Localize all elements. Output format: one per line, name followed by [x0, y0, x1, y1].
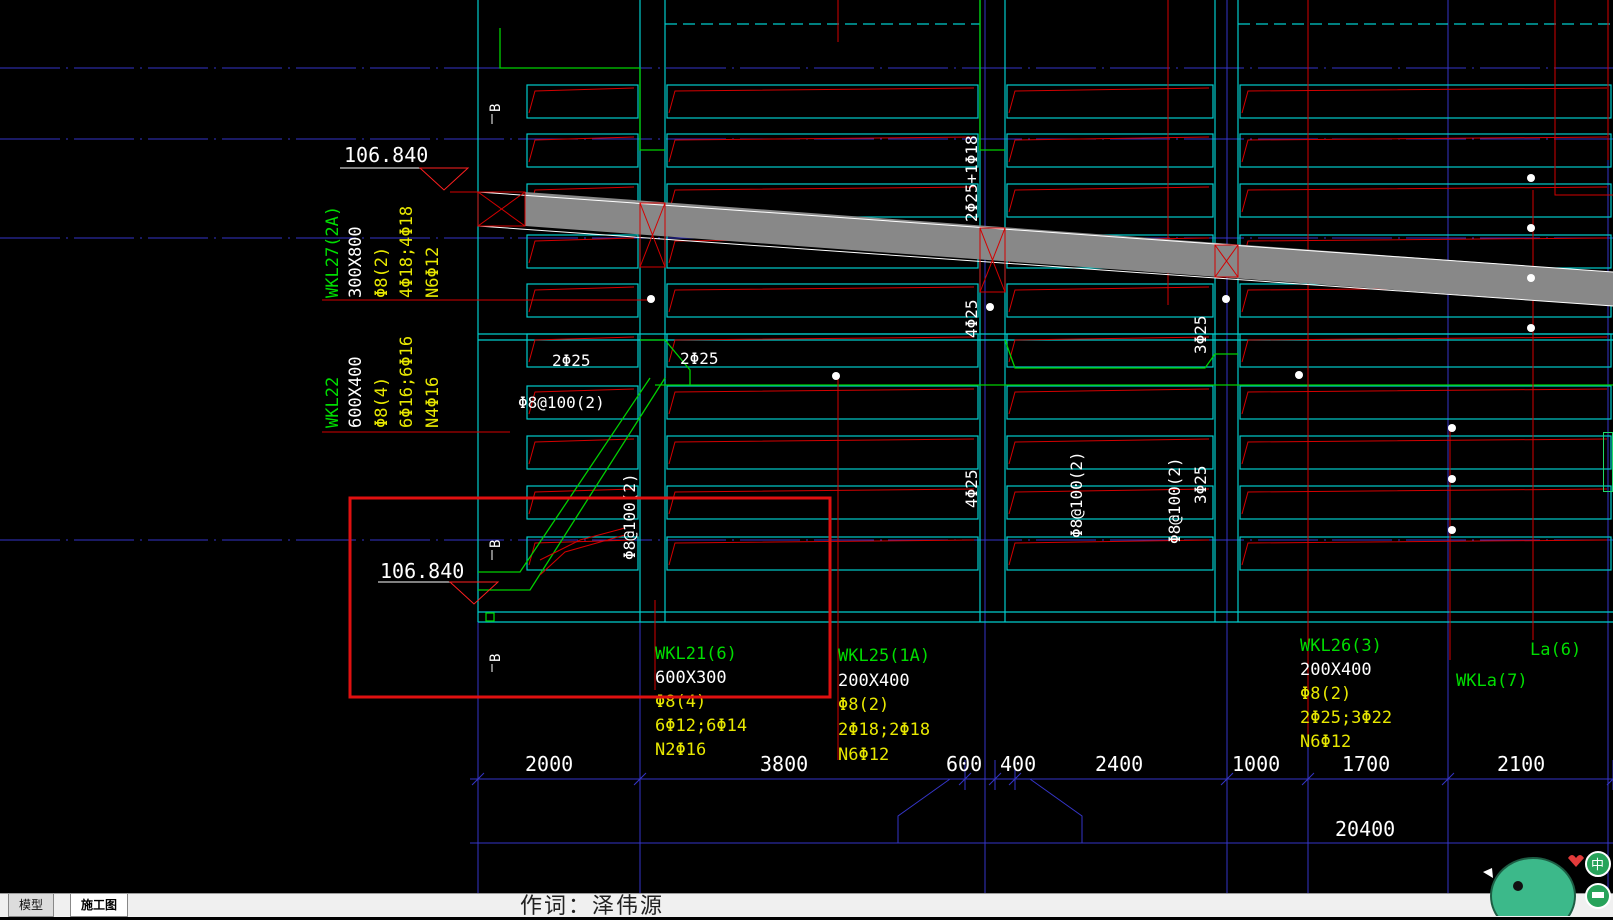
- slab-rebar: [1241, 336, 1608, 363]
- layout-tab-bar: 模型 施工图: [0, 893, 1613, 917]
- rebar-note-6: 3Φ25: [1191, 315, 1210, 354]
- wkl27-rebar: 4Φ18;4Φ18: [397, 206, 417, 298]
- wkl26-waist: N6Φ12: [1300, 732, 1351, 752]
- author-caption: 作词：泽伟源: [520, 894, 665, 919]
- dimension-label: 1700: [1342, 752, 1390, 776]
- rebar-note-1: 2Φ25: [552, 351, 591, 370]
- wkl21-waist: N2Φ16: [655, 740, 706, 760]
- wkl25-rebar: 2Φ18;2Φ18: [838, 720, 930, 740]
- rebar-note-5: 4Φ25: [962, 299, 981, 338]
- wkl21-rebar: 6Φ12;6Φ14: [655, 716, 747, 736]
- wkl25-stirrup: Φ8(2): [838, 695, 889, 715]
- slab-rebar: [1241, 186, 1608, 213]
- dimension-label: 2000: [525, 752, 573, 776]
- slab-rebar: [1008, 136, 1210, 163]
- slab-rebar: [668, 388, 975, 415]
- la-name: La(6): [1530, 640, 1581, 660]
- slab-rebar: [1008, 336, 1210, 363]
- slab-rebar: [528, 539, 635, 566]
- slab-rebar: [668, 488, 975, 515]
- rebar-note-9: Φ8@100(2): [1067, 451, 1086, 538]
- wkla-name: WKLa(7): [1456, 671, 1528, 691]
- slab-rebar: [1241, 87, 1608, 114]
- wkl26-name: WKL26(3): [1300, 636, 1382, 656]
- wkl22-rebar: 6Φ16;6Φ16: [397, 336, 417, 428]
- wkl22-name: WKL22: [323, 377, 343, 428]
- wkl25-waist: N6Φ12: [838, 745, 889, 765]
- slab-rebar: [528, 136, 635, 163]
- rebar-note-2: 2Φ25: [680, 349, 719, 368]
- dimension-label: 600: [946, 752, 982, 776]
- slab-rebar: [1241, 136, 1608, 163]
- slab-rebar: [668, 286, 975, 313]
- dimension-label: 2400: [1095, 752, 1143, 776]
- slab-rebar: [528, 237, 635, 264]
- section-mark-b2: B: [488, 540, 504, 548]
- rebar-note-11: 3Φ25: [1191, 465, 1210, 504]
- wkl22-waist: N4Φ16: [423, 377, 443, 428]
- slab-rebar: [1241, 438, 1608, 465]
- slab-rebar: [1241, 488, 1608, 515]
- wkl26-size: 200X400: [1300, 660, 1372, 680]
- dimension-label: 3800: [760, 752, 808, 776]
- slab-rebar: [1008, 186, 1210, 213]
- wkl27-name: WKL27(2A): [323, 206, 343, 298]
- elevation-bottom-label: 106.840: [380, 559, 464, 583]
- slab-rebar: [1008, 87, 1210, 114]
- rebar-note-7: Φ8@100(2): [620, 473, 639, 560]
- green-beam-lines: [478, 0, 1613, 622]
- slab-rebar: [668, 438, 975, 465]
- slab-rebar: [1008, 286, 1210, 313]
- elevation-top-label: 106.840: [344, 143, 428, 167]
- slab-rebar: [528, 87, 635, 114]
- slab-rebar: [668, 136, 975, 163]
- highlight-box: [348, 496, 832, 699]
- elevation-marker-top: 106.840: [340, 143, 470, 191]
- wkl27-size: 300X800: [346, 226, 366, 298]
- rebar-note-8: 4Φ25: [962, 469, 981, 508]
- tab-construction-drawing[interactable]: 施工图: [70, 894, 129, 917]
- dimension-lines: [470, 760, 1613, 844]
- total-dimension: 20400: [1335, 817, 1395, 841]
- sloped-hatched-beam: [477, 191, 1613, 307]
- wkl22-stirrup: Φ8(4): [372, 377, 392, 428]
- wkl21-size: 600X300: [655, 668, 727, 688]
- wkl25-name: WKL25(1A): [838, 646, 930, 666]
- cad-drawing-canvas[interactable]: 106.840 106.840 B B B WKL27(2A) 300X800 …: [0, 0, 1613, 893]
- wkl25-size: 200X400: [838, 671, 910, 691]
- slab-rebar: [1008, 388, 1210, 415]
- section-mark-b3: B: [488, 654, 504, 662]
- red-rebar-lines: [322, 0, 1613, 760]
- dimension-label: 2100: [1497, 752, 1545, 776]
- wkl27-waist: N6Φ12: [423, 247, 443, 298]
- slab-rebar: [668, 539, 975, 566]
- beam-outlines: [477, 0, 1613, 623]
- wkl22-size: 600X400: [346, 356, 366, 428]
- slab-rebar: [1241, 388, 1608, 415]
- slab-rebar: [1241, 539, 1608, 566]
- rebar-note-3: Φ8@100(2): [518, 393, 605, 412]
- wkl21-stirrup: Φ8(4): [655, 692, 706, 712]
- slab-rebar: [668, 87, 975, 114]
- wkl26-rebar: 2Φ25;3Φ22: [1300, 708, 1392, 728]
- elevation-marker-bottom: 106.840: [378, 559, 500, 605]
- scroll-handle[interactable]: [1603, 432, 1613, 492]
- svg-text:中: 中: [1591, 858, 1604, 873]
- rebar-note-4: 2Φ25+1Φ18: [962, 135, 981, 222]
- tab-model[interactable]: 模型: [8, 894, 55, 917]
- dinosaur-mascot-icon: 中: [1483, 851, 1611, 916]
- dimension-label: 1000: [1232, 752, 1280, 776]
- dimension-label: 400: [1000, 752, 1036, 776]
- wkl21-name: WKL21(6): [655, 644, 737, 664]
- rebar-note-10: Φ8@100(2): [1165, 457, 1184, 544]
- section-mark-b1: B: [488, 104, 504, 112]
- wkl26-stirrup: Φ8(2): [1300, 684, 1351, 704]
- wkl27-stirrup: Φ8(2): [372, 247, 392, 298]
